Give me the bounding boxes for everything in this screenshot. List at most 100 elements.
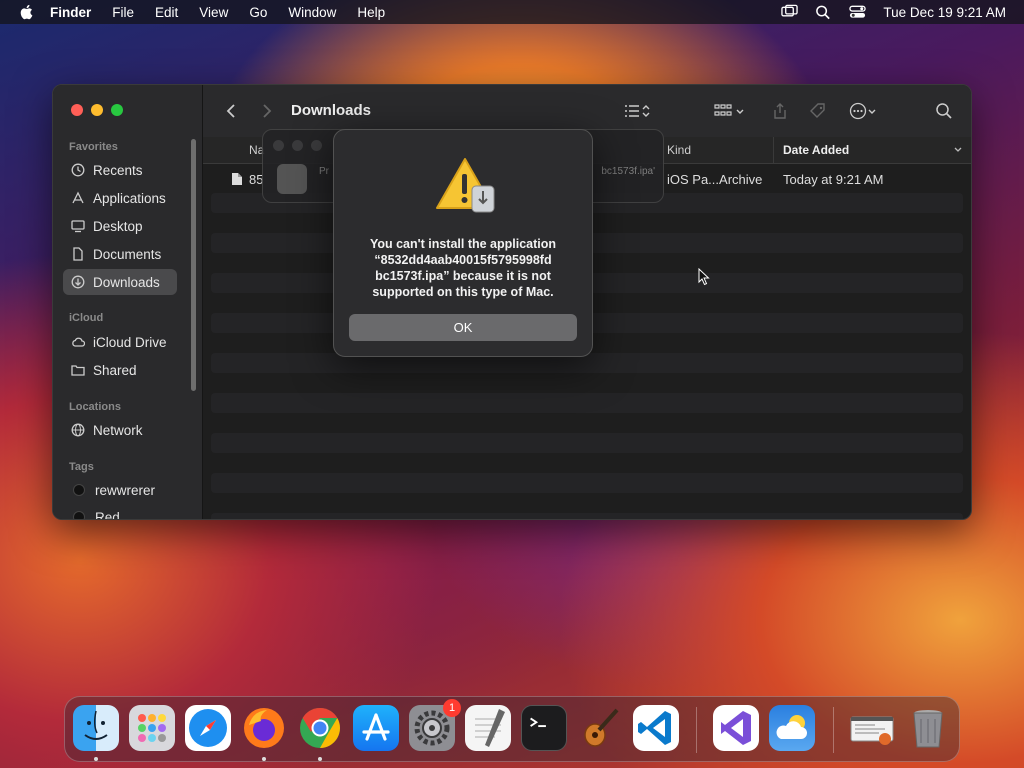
apple-icon[interactable]	[18, 3, 36, 21]
sidebar-header-locations: Locations	[69, 401, 121, 413]
sidebar-item-downloads[interactable]: Downloads	[63, 269, 177, 295]
sidebar-header-icloud: iCloud	[69, 312, 104, 324]
sidebar-item-applications[interactable]: Applications	[63, 185, 177, 211]
alert-message-line: supported on this type of Mac.	[372, 285, 554, 299]
launchpad-icon	[138, 714, 166, 742]
firefox-icon	[244, 708, 284, 748]
tag-color-dot	[73, 484, 85, 496]
sidebar-item-tag-red[interactable]: Red	[63, 504, 177, 520]
search-icon	[936, 103, 952, 119]
globe-icon	[71, 423, 85, 437]
dock: 1	[64, 696, 960, 762]
dock-safari[interactable]	[185, 705, 231, 751]
sidebar-item-label: Desktop	[93, 218, 143, 234]
guitar-icon	[584, 708, 619, 747]
control-center-icon[interactable]	[849, 4, 867, 20]
dock-system-settings[interactable]: 1	[409, 699, 461, 751]
alert-message: You can't install the application “8532d…	[348, 236, 578, 300]
tag-icon	[810, 103, 825, 118]
running-indicator	[262, 757, 266, 761]
running-indicator	[94, 757, 98, 761]
file-date-added: Today at 9:21 AM	[783, 172, 884, 187]
dock-terminal[interactable]	[521, 705, 567, 751]
table-row	[211, 513, 963, 519]
action-menu-button[interactable]	[849, 101, 877, 121]
vscode-icon	[638, 711, 671, 745]
applications-icon	[72, 191, 84, 204]
sidebar-scrollbar[interactable]	[191, 139, 196, 391]
screen-mirroring-icon[interactable]	[781, 4, 799, 20]
window-title: Downloads	[291, 102, 372, 119]
sidebar-item-desktop[interactable]: Desktop	[63, 213, 177, 239]
chevron-down-icon	[736, 109, 744, 114]
sidebar-item-recents[interactable]: Recents	[63, 157, 177, 183]
finder-sidebar: Favorites Recents Applications Desktop D…	[53, 85, 203, 519]
sidebar-item-documents[interactable]: Documents	[63, 241, 177, 267]
trash-icon	[913, 710, 943, 748]
sidebar-item-label: Documents	[93, 246, 162, 262]
terminal-icon	[530, 717, 546, 728]
chevron-down-icon[interactable]	[953, 145, 963, 155]
share-button[interactable]	[771, 101, 789, 121]
dock-chrome[interactable]	[297, 705, 343, 751]
menu-clock[interactable]: Tue Dec 19 9:21 AM	[883, 5, 1006, 20]
group-button[interactable]	[713, 101, 745, 121]
search-button[interactable]	[935, 101, 953, 121]
column-date-added[interactable]: Date Added	[783, 143, 849, 157]
share-icon	[774, 103, 786, 119]
chevron-right-icon	[263, 104, 272, 118]
dock-vscode[interactable]	[633, 705, 679, 751]
menu-file[interactable]: File	[112, 5, 134, 20]
alert-dialog: You can't install the application “8532d…	[333, 129, 593, 357]
sidebar-item-tag-rewwrerer[interactable]: rewwrerer	[63, 477, 177, 503]
tags-button[interactable]	[809, 101, 827, 121]
visual-studio-icon	[721, 711, 751, 745]
download-icon	[71, 275, 85, 289]
sidebar-item-shared[interactable]: Shared	[63, 357, 177, 383]
table-row	[211, 353, 963, 373]
dock-garageband[interactable]	[577, 705, 623, 751]
preview-icon	[850, 716, 894, 745]
sidebar-item-label: Recents	[93, 162, 143, 178]
back-button[interactable]	[223, 101, 241, 121]
dock-separator	[833, 707, 834, 753]
shared-folder-icon	[71, 365, 85, 376]
sidebar-item-icloud-drive[interactable]: iCloud Drive	[63, 329, 177, 355]
close-button[interactable]	[71, 104, 83, 116]
dock-launchpad[interactable]	[129, 705, 175, 751]
menu-go[interactable]: Go	[249, 5, 267, 20]
dock-trash[interactable]	[905, 705, 951, 751]
desktop-icon	[71, 220, 85, 233]
sidebar-item-network[interactable]: Network	[63, 417, 177, 443]
compass-icon	[189, 709, 227, 747]
dock-textedit[interactable]	[465, 705, 511, 751]
clock-icon	[71, 163, 85, 177]
column-kind[interactable]: Kind	[667, 143, 691, 157]
dock-preview-window[interactable]	[849, 705, 895, 751]
menu-window[interactable]: Window	[288, 5, 336, 20]
sidebar-item-label: Downloads	[93, 274, 160, 290]
dock-app-store[interactable]	[353, 705, 399, 751]
menu-help[interactable]: Help	[357, 5, 385, 20]
chevron-left-icon	[226, 104, 235, 118]
dock-visual-studio[interactable]	[713, 705, 759, 751]
view-options-button[interactable]	[623, 101, 651, 121]
menu-edit[interactable]: Edit	[155, 5, 178, 20]
dock-finder[interactable]	[73, 705, 119, 751]
menu-view[interactable]: View	[199, 5, 228, 20]
zoom-button[interactable]	[111, 104, 123, 116]
dock-weather[interactable]	[769, 705, 815, 751]
sidebar-item-label: iCloud Drive	[93, 334, 167, 350]
ok-button[interactable]: OK	[349, 314, 577, 341]
file-icon	[232, 173, 242, 185]
dock-firefox[interactable]	[241, 705, 287, 751]
menu-finder[interactable]: Finder	[50, 5, 91, 20]
search-icon[interactable]	[815, 4, 832, 20]
list-view-icon	[625, 105, 639, 117]
grid-icon	[714, 104, 732, 116]
forward-button[interactable]	[257, 101, 275, 121]
progress-filename: bc1573f.ipa'	[601, 166, 655, 177]
sidebar-item-label: Red	[95, 509, 120, 520]
menu-bar: Finder File Edit View Go Window Help Tue…	[0, 0, 1024, 24]
minimize-button[interactable]	[91, 104, 103, 116]
